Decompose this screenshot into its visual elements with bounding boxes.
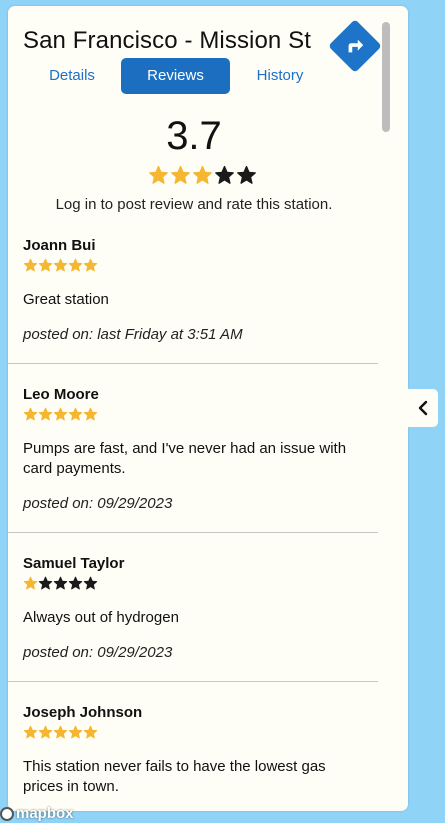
tab-reviews[interactable]: Reviews [121,58,230,94]
directions-arrow-icon [348,39,364,53]
star-icon [193,165,212,184]
review-stars [23,258,378,274]
star-icon [23,407,38,421]
tab-details[interactable]: Details [33,58,111,94]
star-icon [53,407,68,421]
average-rating: 3.7 [166,114,222,158]
review-author: Samuel Taylor [23,555,125,572]
review-list: Joann Bui Great station posted on: last … [8,234,378,797]
star-icon [83,576,98,590]
star-icon [68,725,83,739]
mapbox-wordmark: mapbox [16,805,74,822]
review-text: This station never fails to have the low… [23,758,326,795]
review-stars [23,576,378,592]
review-text: Great station [23,291,109,308]
star-icon [53,258,68,272]
star-icon [68,258,83,272]
tab-history[interactable]: History [240,58,320,94]
review-author: Leo Moore [23,386,99,403]
review-text: Always out of hydrogen [23,609,179,626]
review-date: posted on: 09/29/2023 [23,644,173,661]
review-item: Joann Bui Great station posted on: last … [8,234,378,364]
star-icon [23,725,38,739]
star-icon [68,576,83,590]
tab-bar: Details Reviews History [8,58,380,94]
mapbox-icon [0,806,14,821]
star-icon [215,165,234,184]
star-icon [38,407,53,421]
review-date: posted on: last Friday at 3:51 AM [23,326,243,343]
review-stars [23,725,378,741]
star-icon [149,165,168,184]
star-icon [53,725,68,739]
review-item: Joseph Johnson This station never fails … [8,682,378,797]
collapse-panel-button[interactable] [408,389,438,427]
station-panel: San Francisco - Mission St Details Revie… [8,6,408,811]
review-item: Leo Moore Pumps are fast, and I've never… [8,364,378,533]
review-author: Joseph Johnson [23,704,143,721]
star-icon [53,576,68,590]
star-icon [83,407,98,421]
star-icon [68,407,83,421]
star-icon [237,165,256,184]
average-rating-stars [148,165,257,186]
star-icon [171,165,190,184]
star-icon [38,576,53,590]
star-icon [38,725,53,739]
star-icon [38,258,53,272]
star-icon [23,576,38,590]
mapbox-logo[interactable]: mapbox [0,804,74,823]
review-item: Samuel Taylor Always out of hydrogen pos… [8,533,378,682]
panel-scrollbar[interactable] [382,22,390,132]
review-date: posted on: 09/29/2023 [23,495,173,512]
login-note: Log in to post review and rate this stat… [55,196,333,213]
station-title: San Francisco - Mission St [23,27,312,54]
review-stars [23,407,378,423]
review-author: Joann Bui [23,237,96,254]
star-icon [83,258,98,272]
review-text: Pumps are fast, and I've never had an is… [23,440,347,477]
star-icon [83,725,98,739]
star-icon [23,258,38,272]
chevron-left-icon [418,400,428,416]
